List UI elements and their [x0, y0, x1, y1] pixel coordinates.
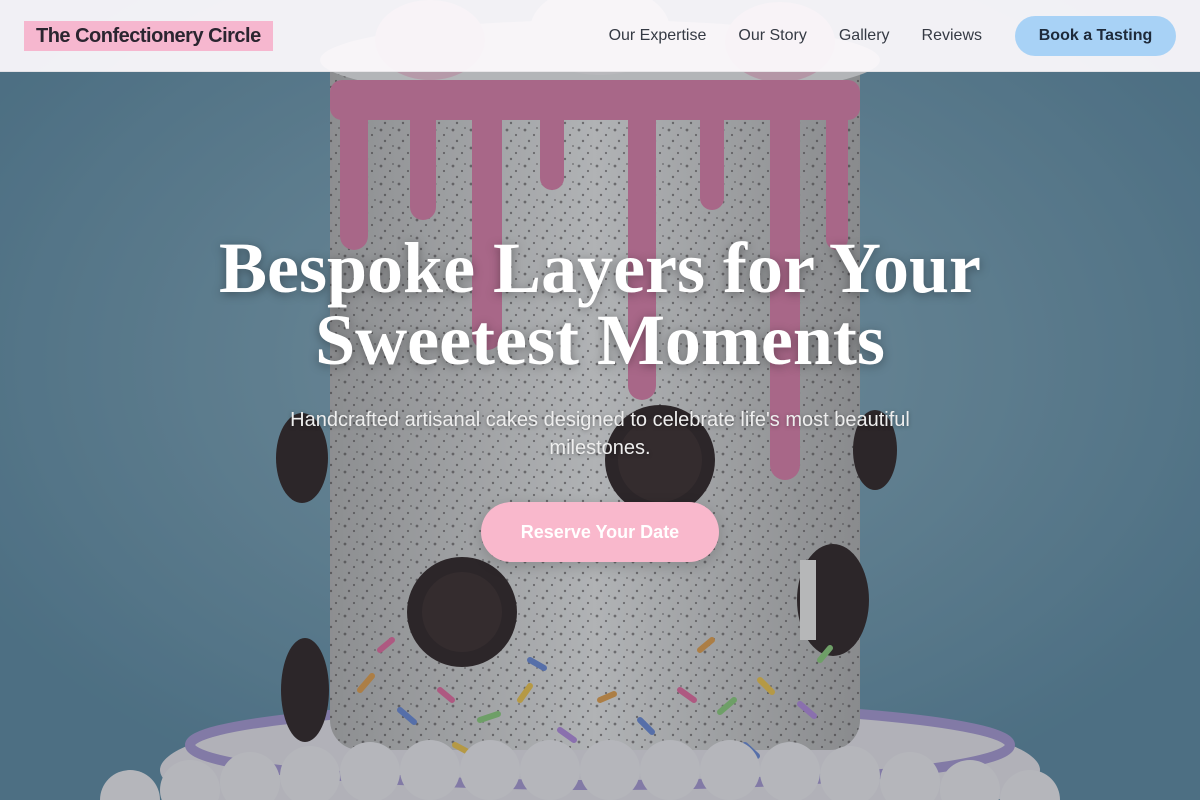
brand-logo[interactable]: The Confectionery Circle: [24, 20, 273, 51]
reserve-date-button[interactable]: Reserve Your Date: [481, 502, 719, 562]
book-tasting-button[interactable]: Book a Tasting: [1015, 15, 1176, 56]
nav-link-reviews[interactable]: Reviews: [922, 27, 982, 45]
hero-headline: Bespoke Layers for Your Sweetest Moments: [0, 232, 1200, 376]
hero-subheadline: Handcrafted artisanal cakes designed to …: [290, 409, 910, 459]
nav-link-our-expertise[interactable]: Our Expertise: [609, 27, 707, 45]
hero-headline-line-2: Sweetest Moments: [315, 300, 885, 380]
nav-link-our-story[interactable]: Our Story: [738, 27, 806, 45]
hero-overlay: [0, 0, 1200, 800]
hero-section: [0, 0, 1200, 800]
nav-menu: Our Expertise Our Story Gallery Reviews …: [609, 15, 1176, 56]
top-navigation-bar: The Confectionery Circle Our Expertise O…: [0, 0, 1200, 72]
hero-headline-line-1: Bespoke Layers for Your: [219, 228, 981, 308]
nav-link-gallery[interactable]: Gallery: [839, 27, 890, 45]
